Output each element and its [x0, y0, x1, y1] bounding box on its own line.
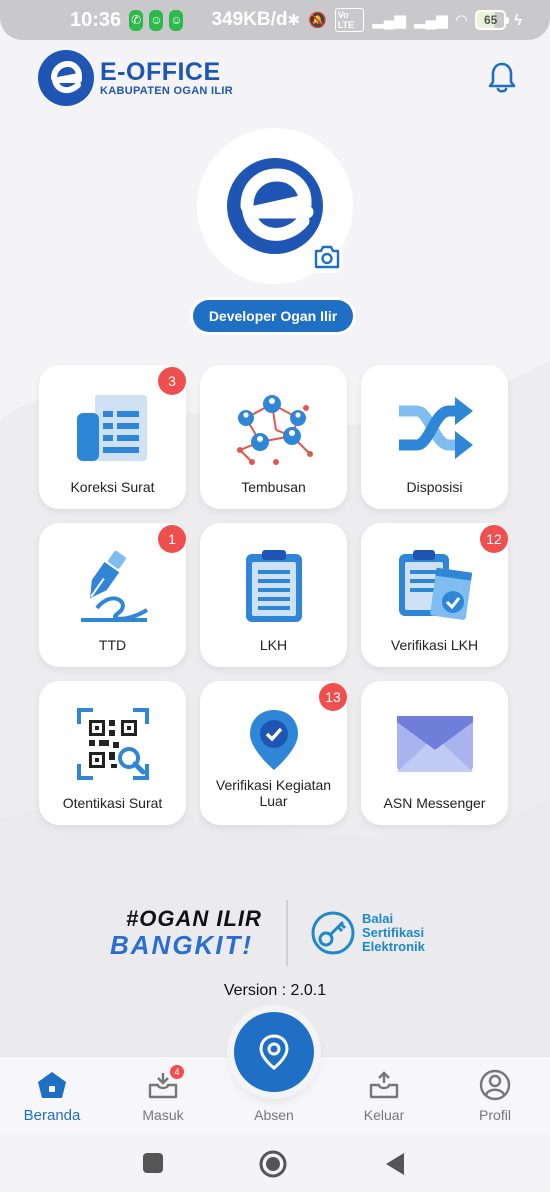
menu-verifikasi-kegiatan-luar[interactable]: Verifikasi Kegiatan Luar 13	[200, 681, 347, 825]
location-check-icon	[229, 705, 319, 775]
home-button-icon[interactable]	[259, 1150, 287, 1178]
nav-profil[interactable]: Profil	[450, 1069, 540, 1123]
logo-divider	[286, 900, 288, 966]
menu-verifikasi-lkh[interactable]: Verifikasi LKH 12	[361, 523, 508, 667]
profile-icon	[479, 1069, 511, 1101]
signal-icon: ▂▄▆	[372, 12, 406, 29]
profile-name-button[interactable]: Developer Ogan Ilir	[193, 300, 353, 332]
absen-fab-button[interactable]	[234, 1012, 314, 1092]
brand-title: E-OFFICE	[100, 58, 221, 86]
location-pin-icon	[259, 1034, 289, 1070]
envelope-icon	[390, 705, 480, 783]
menu-grid: Koreksi Surat 3 Tembusan Disposisi TTD 1…	[39, 365, 510, 825]
clipboard-check-icon	[390, 547, 480, 625]
menu-label: Disposisi	[406, 479, 463, 495]
network-speed: 349KB/d	[211, 9, 288, 30]
nav-keluar[interactable]: Keluar	[339, 1069, 429, 1123]
charging-icon: ϟ	[514, 11, 523, 29]
bsre-logo: Balai Sertifikasi Elektronik	[310, 910, 425, 956]
status-time: 10:36	[70, 8, 122, 31]
menu-ttd[interactable]: TTD 1	[39, 523, 186, 667]
bluetooth-icon: ✱	[287, 12, 301, 29]
count-badge: 13	[319, 683, 347, 711]
shuffle-icon	[390, 389, 480, 467]
signal-icon-2: ▂▄▆	[413, 12, 448, 29]
whatsapp-icon: ✆	[129, 9, 144, 31]
nav-label: Beranda	[23, 1107, 81, 1124]
inbox-count-badge: 4	[170, 1065, 184, 1079]
network-icon	[229, 389, 319, 467]
menu-label: Tembusan	[241, 479, 306, 495]
menu-otentikasi-surat[interactable]: Otentikasi Surat	[39, 681, 186, 825]
app-header: E-OFFICE KABUPATEN OGAN ILIR	[38, 50, 518, 106]
clipboard-icon	[229, 547, 319, 625]
menu-label: Koreksi Surat	[70, 479, 155, 495]
notification-bell-icon[interactable]	[486, 60, 518, 94]
nav-label: Keluar	[363, 1107, 405, 1123]
pen-signature-icon	[68, 547, 158, 625]
nav-absen[interactable]: Absen	[229, 1101, 319, 1123]
brand-subtitle: KABUPATEN OGAN ILIR	[100, 85, 234, 97]
wifi-icon: ◠	[455, 12, 468, 29]
bsre-line2: Sertifikasi	[362, 925, 425, 940]
app-notification-icon: ☺	[149, 9, 164, 31]
ogan-logo-line1: #OGAN ILIR	[126, 906, 262, 931]
menu-label: Verifikasi Kegiatan Luar	[215, 777, 332, 809]
count-badge: 1	[158, 525, 186, 553]
brand: E-OFFICE KABUPATEN OGAN ILIR	[100, 59, 233, 97]
nav-label: Absen	[254, 1107, 294, 1123]
bsre-line3: Elektronik	[362, 939, 425, 954]
system-navigation	[0, 1134, 550, 1192]
document-icon	[68, 389, 158, 467]
status-bar: 10:36 ✆ ☺ ☺ 349KB/d ✱ 🔕 Vo LTE ▂▄▆ ▂▄▆ ◠…	[0, 0, 550, 40]
bsre-text: Balai Sertifikasi Elektronik	[362, 912, 425, 954]
menu-label: ASN Messenger	[383, 795, 486, 811]
app-version: Version : 2.0.1	[223, 982, 327, 999]
mute-icon: 🔕	[308, 12, 327, 29]
home-icon	[36, 1069, 68, 1101]
count-badge: 3	[158, 367, 186, 395]
back-button-icon[interactable]	[384, 1151, 406, 1177]
menu-label: Verifikasi LKH	[390, 637, 479, 653]
bsre-key-icon	[311, 911, 355, 955]
count-badge: 12	[480, 525, 508, 553]
outbox-icon	[369, 1069, 399, 1101]
menu-label: TTD	[98, 637, 127, 653]
nav-label: Masuk	[142, 1107, 184, 1123]
nav-beranda[interactable]: Beranda	[7, 1069, 97, 1124]
menu-koreksi-surat[interactable]: Koreksi Surat 3	[39, 365, 186, 509]
ogan-ilir-bangkit-logo: #OGAN ILIR BANGKIT!	[100, 906, 270, 962]
menu-lkh[interactable]: LKH	[200, 523, 347, 667]
nav-label: Profil	[479, 1107, 511, 1123]
camera-icon[interactable]	[310, 240, 344, 274]
recents-button-icon[interactable]	[142, 1152, 164, 1174]
nav-masuk[interactable]: 4 Masuk	[118, 1065, 208, 1123]
ogan-logo-line2: BANGKIT!	[110, 930, 254, 960]
qr-code-icon	[68, 705, 158, 783]
menu-tembusan[interactable]: Tembusan	[200, 365, 347, 509]
battery-level: 65	[483, 13, 498, 27]
bsre-line1: Balai	[362, 911, 394, 926]
status-icons: ✱ 🔕 Vo LTE ▂▄▆ ▂▄▆ ◠ 65 ϟ	[287, 8, 523, 32]
menu-label: LKH	[259, 637, 288, 653]
partner-logos: #OGAN ILIR BANGKIT! Balai Sertifikasi El…	[100, 898, 440, 968]
app-notification-icon-2: ☺	[169, 9, 184, 31]
menu-label: Otentikasi Surat	[62, 795, 163, 811]
menu-disposisi[interactable]: Disposisi	[361, 365, 508, 509]
eoffice-logo-icon	[38, 50, 94, 106]
inbox-icon: 4	[148, 1065, 184, 1101]
lte-icon: Vo LTE	[334, 8, 365, 32]
battery-icon: 65	[475, 10, 509, 30]
menu-asn-messenger[interactable]: ASN Messenger	[361, 681, 508, 825]
